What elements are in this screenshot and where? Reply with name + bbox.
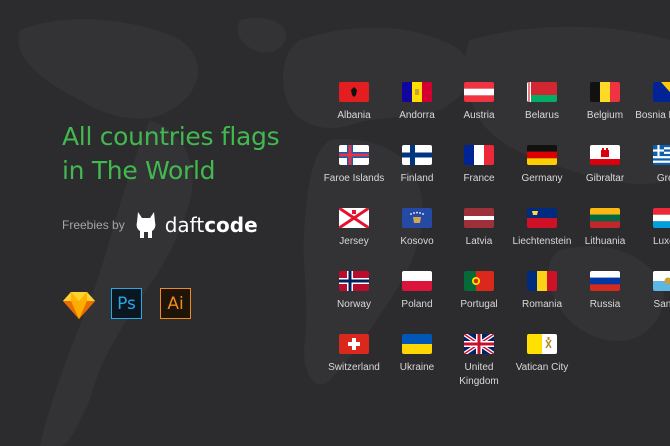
switzerland-flag-icon [339, 334, 369, 354]
ukraine-flag-icon [402, 334, 432, 354]
france-flag-icon [464, 145, 494, 165]
flag-vatican-city: Vatican City [502, 334, 582, 375]
flag-label: San M [653, 299, 670, 310]
san-marino-flag-icon [653, 271, 670, 291]
credit: Freebies by daftcode [62, 210, 258, 240]
brand-light: daft [164, 213, 205, 237]
andorra-flag-icon [402, 82, 432, 102]
belarus-flag-icon [527, 82, 557, 102]
freebies-by-text: Freebies by [62, 218, 125, 232]
united-kingdom-flag-icon [464, 334, 494, 354]
flag-label: Gree [656, 173, 670, 184]
belgium-flag-icon [590, 82, 620, 102]
jersey-flag-icon [339, 208, 369, 228]
flag-label: Luxem [652, 236, 670, 247]
flag-greece: Gree [628, 145, 670, 186]
title-line-2: in The World [62, 156, 216, 185]
gibraltar-flag-icon [590, 145, 620, 165]
flag-label: Bosnia Herzeg [635, 110, 670, 121]
austria-flag-icon [464, 82, 494, 102]
vatican-city-flag-icon [527, 334, 557, 354]
illustrator-icon: Ai [160, 287, 194, 321]
daftcode-logo: daftcode [165, 213, 258, 237]
flag-label: United Kingdom [459, 362, 499, 387]
norway-flag-icon [339, 271, 369, 291]
germany-flag-icon [527, 145, 557, 165]
flag-luxembourg: Luxem [628, 208, 670, 249]
lithuania-flag-icon [590, 208, 620, 228]
brand-bold: code [204, 213, 258, 237]
albania-flag-icon [339, 82, 369, 102]
luxembourg-flag-icon [653, 208, 670, 228]
poland-flag-icon [402, 271, 432, 291]
greece-flag-icon [653, 145, 670, 165]
illustrator-label: Ai [160, 288, 191, 319]
faroe-flag-icon [339, 145, 369, 165]
bosnia-flag-icon [653, 82, 670, 102]
romania-flag-icon [527, 271, 557, 291]
tools-row: Ps Ai [62, 287, 209, 321]
flag-san-marino: San M [628, 271, 670, 312]
sketch-icon [63, 292, 95, 319]
latvia-flag-icon [464, 208, 494, 228]
finland-flag-icon [402, 145, 432, 165]
page-title: All countries flags in The World [62, 120, 280, 188]
kosovo-flag-icon [402, 208, 432, 228]
flag-bosnia: Bosnia Herzeg [628, 82, 670, 123]
liechtenstein-flag-icon [527, 208, 557, 228]
portugal-flag-icon [464, 271, 494, 291]
title-line-1: All countries flags [62, 122, 280, 151]
russia-flag-icon [590, 271, 620, 291]
photoshop-label: Ps [111, 288, 142, 319]
daftcode-dog-logo-icon [136, 212, 156, 238]
flag-label: Vatican City [515, 362, 569, 373]
photoshop-icon: Ps [111, 287, 145, 321]
